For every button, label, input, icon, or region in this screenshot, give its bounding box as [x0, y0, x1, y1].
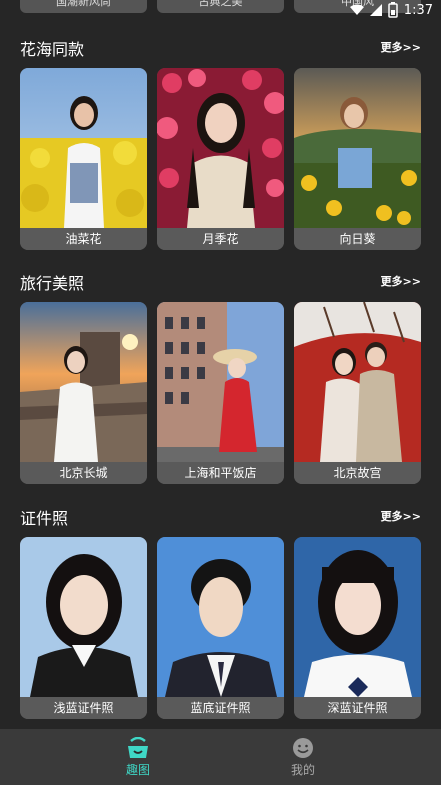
card-label: 月季花: [157, 228, 284, 250]
card-row: 北京长城 上海和平饭店 北京故宫: [20, 302, 421, 484]
forbidden-city-photo: [294, 302, 421, 462]
template-card[interactable]: 浅蓝证件照: [20, 537, 147, 719]
template-card[interactable]: 月季花: [157, 68, 284, 250]
wifi-icon: [349, 4, 364, 15]
card-label: 上海和平饭店: [157, 462, 284, 484]
tab-home-label: 趣图: [125, 763, 150, 777]
tab-me-label: 我的: [290, 763, 315, 777]
section-title: 证件照: [20, 509, 69, 528]
template-card[interactable]: 蓝底证件照: [157, 537, 284, 719]
bottom-tab-bar: 趣图 我的: [0, 729, 441, 785]
section-id-photo: 证件照 更多>> 浅蓝证件照 蓝底证件照 深蓝证件照: [0, 505, 441, 719]
template-card[interactable]: 油菜花: [20, 68, 147, 250]
battery-icon: [388, 2, 398, 18]
smile-basket-icon: [128, 737, 148, 758]
template-card[interactable]: 深蓝证件照: [294, 537, 421, 719]
more-link[interactable]: 更多>>: [381, 273, 421, 289]
great-wall-photo: [20, 302, 147, 462]
light-blue-id-photo: [20, 537, 147, 697]
card-label: 深蓝证件照: [294, 697, 421, 719]
peace-hotel-photo: [157, 302, 284, 462]
section-title: 花海同款: [20, 40, 85, 59]
template-card[interactable]: 北京故宫: [294, 302, 421, 484]
template-card[interactable]: 向日葵: [294, 68, 421, 250]
card-label: 浅蓝证件照: [20, 697, 147, 719]
blue-id-photo: [157, 537, 284, 697]
section-header: 旅行美照 更多>>: [0, 270, 441, 294]
card-label: 蓝底证件照: [157, 697, 284, 719]
signal-icon: [369, 4, 382, 16]
template-card[interactable]: 上海和平饭店: [157, 302, 284, 484]
section-flower-sea: 花海同款 更多>> 油菜花 月季花 向日葵: [0, 36, 441, 250]
smiley-face-icon: [293, 738, 313, 758]
section-header: 花海同款 更多>>: [0, 36, 441, 60]
dark-blue-id-photo: [294, 537, 421, 697]
more-link[interactable]: 更多>>: [381, 39, 421, 55]
rapeseed-photo: [20, 68, 147, 228]
template-card[interactable]: 北京长城: [20, 302, 147, 484]
tab-me[interactable]: 我的: [273, 729, 333, 785]
section-header: 证件照 更多>>: [0, 505, 441, 529]
tab-home[interactable]: 趣图: [108, 729, 168, 785]
card-label: 北京故宫: [294, 462, 421, 484]
card-row: 油菜花 月季花 向日葵: [20, 68, 421, 250]
card-label: 北京长城: [20, 462, 147, 484]
section-travel: 旅行美照 更多>> 北京长城 上海和平饭店 北京故宫: [0, 270, 441, 484]
rose-photo: [157, 68, 284, 228]
card-row: 浅蓝证件照 蓝底证件照 深蓝证件照: [20, 537, 421, 719]
card-label: 油菜花: [20, 228, 147, 250]
status-time: 1:37: [403, 2, 433, 18]
sunflower-photo: [294, 68, 421, 228]
status-bar: 1:37: [0, 0, 441, 22]
card-label: 向日葵: [294, 228, 421, 250]
section-title: 旅行美照: [20, 274, 85, 293]
more-link[interactable]: 更多>>: [381, 508, 421, 524]
